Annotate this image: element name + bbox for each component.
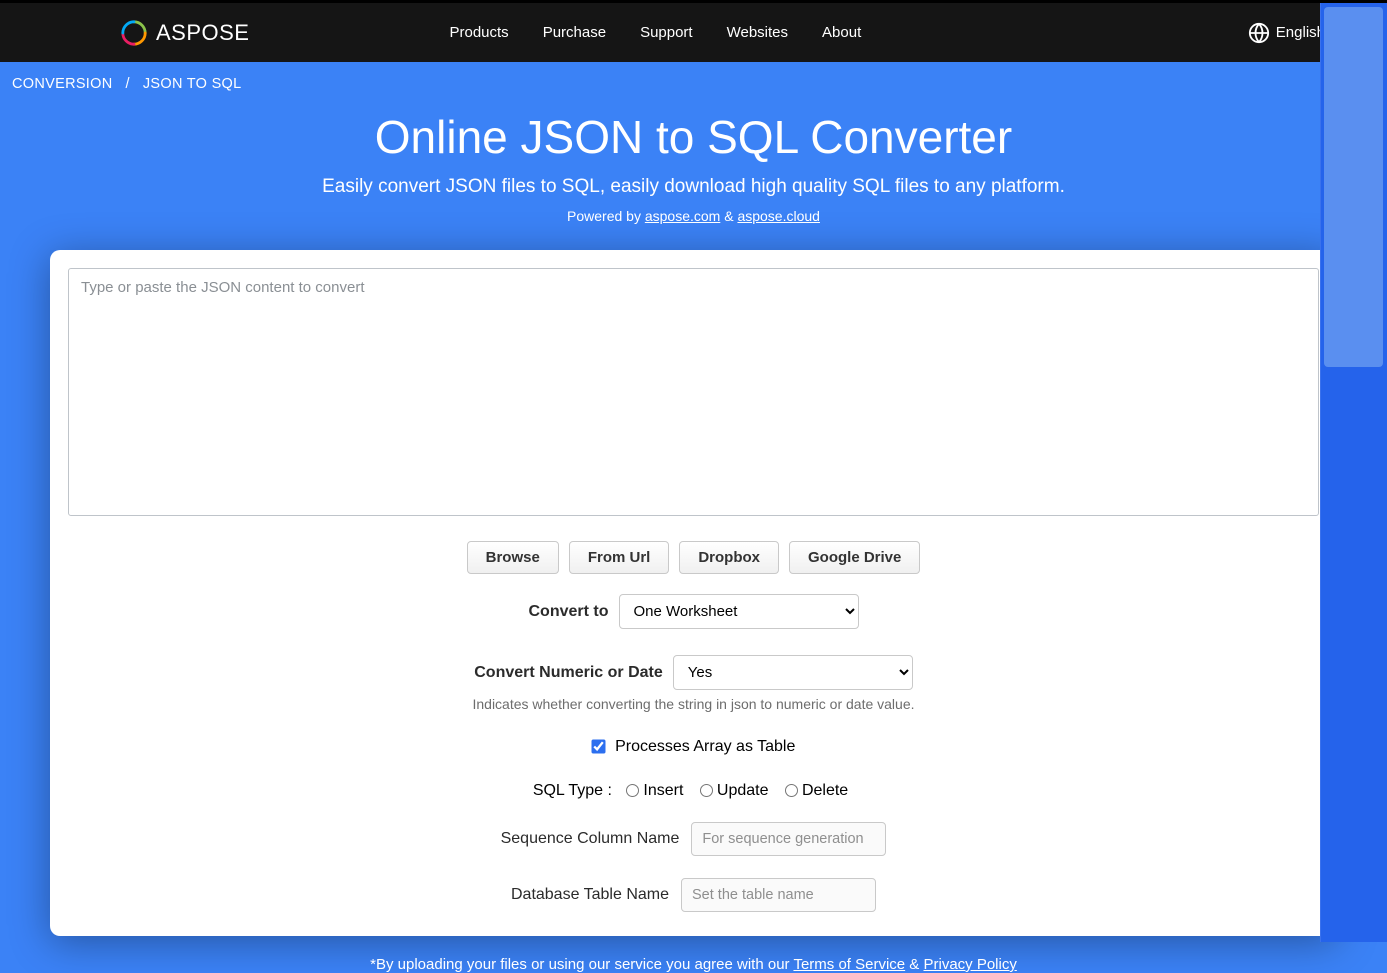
nav-support[interactable]: Support bbox=[640, 24, 693, 41]
page-subtitle: Easily convert JSON files to SQL, easily… bbox=[20, 176, 1367, 198]
convert-to-select[interactable]: One Worksheet bbox=[619, 594, 859, 629]
table-name-row: Database Table Name bbox=[68, 878, 1319, 912]
process-array-label: Processes Array as Table bbox=[615, 738, 795, 755]
language-switcher[interactable]: English bbox=[1248, 22, 1325, 44]
table-name-input[interactable] bbox=[681, 878, 876, 912]
sql-type-radio-update[interactable] bbox=[700, 784, 713, 797]
convert-to-label: Convert to bbox=[529, 603, 609, 621]
convert-numeric-row: Convert Numeric or Date Yes bbox=[68, 655, 1319, 690]
language-label: English bbox=[1276, 24, 1325, 41]
sql-type-label: SQL Type : bbox=[533, 782, 617, 799]
process-array-checkbox[interactable] bbox=[591, 740, 605, 754]
breadcrumb-parent[interactable]: CONVERSION bbox=[12, 76, 113, 92]
sequence-input[interactable] bbox=[691, 822, 886, 856]
sql-type-radio-insert[interactable] bbox=[626, 784, 639, 797]
powered-link-aspose-cloud[interactable]: aspose.cloud bbox=[737, 208, 820, 224]
brand-logo[interactable]: ASPOSE bbox=[120, 19, 249, 47]
primary-nav: Products Purchase Support Websites About bbox=[449, 24, 861, 41]
convert-numeric-select[interactable]: Yes bbox=[673, 655, 913, 690]
google-drive-button[interactable]: Google Drive bbox=[789, 541, 920, 574]
privacy-policy-link[interactable]: Privacy Policy bbox=[923, 956, 1016, 973]
hero: Online JSON to SQL Converter Easily conv… bbox=[0, 106, 1387, 244]
sequence-label: Sequence Column Name bbox=[501, 830, 680, 848]
page-scrollbar-thumb[interactable] bbox=[1324, 7, 1383, 367]
terms-amp: & bbox=[905, 956, 923, 973]
page-scrollbar-track[interactable] bbox=[1320, 3, 1387, 942]
powered-amp: & bbox=[720, 208, 737, 224]
from-url-button[interactable]: From Url bbox=[569, 541, 670, 574]
terms-prefix: *By uploading your files or using our se… bbox=[370, 956, 793, 973]
sql-type-option-update[interactable]: Update bbox=[700, 782, 769, 799]
sql-type-radio-delete[interactable] bbox=[785, 784, 798, 797]
aspose-logo-icon bbox=[120, 19, 148, 47]
sql-type-row: SQL Type : Insert Update Delete bbox=[68, 782, 1319, 800]
table-name-label: Database Table Name bbox=[511, 886, 669, 904]
powered-link-aspose-com[interactable]: aspose.com bbox=[645, 208, 720, 224]
converter-panel: Browse From Url Dropbox Google Drive Con… bbox=[50, 250, 1337, 936]
source-buttons: Browse From Url Dropbox Google Drive bbox=[68, 541, 1319, 574]
breadcrumb-sep: / bbox=[126, 76, 130, 92]
brand-text: ASPOSE bbox=[156, 20, 249, 46]
powered-by: Powered by aspose.com & aspose.cloud bbox=[20, 208, 1367, 224]
browse-button[interactable]: Browse bbox=[467, 541, 559, 574]
powered-prefix: Powered by bbox=[567, 208, 645, 224]
sequence-row: Sequence Column Name bbox=[68, 822, 1319, 856]
process-array-row: Processes Array as Table bbox=[68, 738, 1319, 756]
nav-about[interactable]: About bbox=[822, 24, 861, 41]
terms-notice: *By uploading your files or using our se… bbox=[0, 956, 1387, 973]
nav-websites[interactable]: Websites bbox=[727, 24, 788, 41]
terms-of-service-link[interactable]: Terms of Service bbox=[793, 956, 905, 973]
globe-icon bbox=[1248, 22, 1270, 44]
top-nav-bar: ASPOSE Products Purchase Support Website… bbox=[0, 3, 1387, 62]
nav-products[interactable]: Products bbox=[449, 24, 508, 41]
nav-purchase[interactable]: Purchase bbox=[543, 24, 606, 41]
breadcrumb-current: JSON TO SQL bbox=[143, 76, 242, 92]
dropbox-button[interactable]: Dropbox bbox=[679, 541, 779, 574]
page-title: Online JSON to SQL Converter bbox=[20, 110, 1367, 164]
json-input-textarea[interactable] bbox=[68, 268, 1319, 516]
sql-type-option-insert[interactable]: Insert bbox=[626, 782, 683, 799]
convert-numeric-label: Convert Numeric or Date bbox=[474, 664, 663, 682]
breadcrumb: CONVERSION / JSON TO SQL bbox=[0, 62, 1387, 106]
convert-to-row: Convert to One Worksheet bbox=[68, 594, 1319, 629]
convert-numeric-hint: Indicates whether converting the string … bbox=[68, 696, 1319, 712]
sql-type-option-delete[interactable]: Delete bbox=[785, 782, 848, 799]
